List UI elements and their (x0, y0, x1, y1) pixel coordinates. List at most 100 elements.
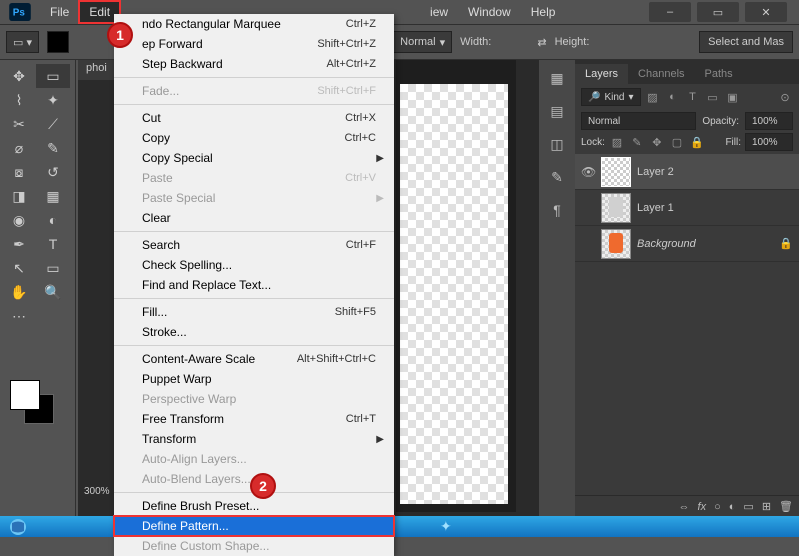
layers-panel-footer: ⇔ fx ○ ◐ ▭ ⊞ 🗑 (575, 495, 799, 517)
menu-view[interactable]: iew (420, 1, 458, 23)
edit-menu-dropdown: ndo Rectangular MarqueeCtrl+Zep ForwardS… (114, 14, 394, 556)
opacity-field[interactable]: 100% (745, 112, 793, 130)
filter-smart-icon[interactable]: ▣ (725, 89, 741, 105)
tool-dodge[interactable]: ◐ (36, 208, 70, 232)
filter-pixel-icon[interactable]: ▨ (645, 89, 661, 105)
tab-channels[interactable]: Channels (628, 64, 694, 84)
minimize-button[interactable]: – (649, 2, 691, 22)
layer-filter-kind[interactable]: 🔎 Kind ▾ (581, 88, 641, 106)
menu-item-step-backward[interactable]: Step BackwardAlt+Ctrl+Z (114, 54, 394, 74)
menu-file[interactable]: File (40, 1, 79, 23)
menu-item-stroke[interactable]: Stroke... (114, 322, 394, 342)
menu-item-check-spelling[interactable]: Check Spelling... (114, 255, 394, 275)
tool-brush[interactable]: ✎ (36, 136, 70, 160)
tool-preset-picker[interactable]: ▭ ▾ (6, 31, 39, 53)
tab-layers[interactable]: Layers (575, 64, 628, 84)
tool-shape[interactable]: ▭ (36, 256, 70, 280)
menu-item-ep-forward[interactable]: ep ForwardShift+Ctrl+Z (114, 34, 394, 54)
layer-row[interactable]: 👁Layer 2 (575, 154, 799, 190)
tool-clone[interactable]: ⧇ (2, 160, 36, 184)
link-layers-icon[interactable]: ⇔ (679, 501, 690, 513)
menu-item-free-transform[interactable]: Free TransformCtrl+T (114, 409, 394, 429)
style-dropdown[interactable]: Normal ▾ (393, 31, 452, 53)
maximize-button[interactable]: ▭ (697, 2, 739, 22)
group-icon[interactable]: ▭ (743, 500, 753, 513)
menu-item-copy[interactable]: CopyCtrl+C (114, 128, 394, 148)
filter-shape-icon[interactable]: ▭ (705, 89, 721, 105)
annotation-2: 2 (250, 473, 276, 499)
tool-zoom[interactable]: 🔍 (36, 280, 70, 304)
menu-item-fill[interactable]: Fill...Shift+F5 (114, 302, 394, 322)
layer-row[interactable]: Layer 1 (575, 190, 799, 226)
lock-artboard-icon[interactable]: ▢ (669, 134, 685, 150)
color-swatches[interactable] (10, 380, 56, 426)
swap-icon[interactable]: ⇄ (537, 36, 546, 49)
filter-type-icon[interactable]: T (685, 89, 701, 105)
tool-hand[interactable]: ✋ (2, 280, 36, 304)
lock-pixels-icon[interactable]: ✎ (629, 134, 645, 150)
document-tab[interactable]: phoi (78, 60, 116, 80)
collapsed-panel-icons: ▦ ▤ ◫ ✎ ¶ (539, 60, 575, 517)
tool-type[interactable]: T (36, 232, 70, 256)
layer-name: Layer 1 (637, 202, 674, 214)
tool-move[interactable]: ✥ (2, 64, 36, 88)
visibility-toggle-icon[interactable]: 👁 (581, 165, 595, 179)
tool-healing[interactable]: ⌀ (2, 136, 36, 160)
menu-item-content-aware-scale[interactable]: Content-Aware ScaleAlt+Shift+Ctrl+C (114, 349, 394, 369)
menu-item-define-pattern[interactable]: Define Pattern... (114, 516, 394, 536)
paragraph-panel-icon[interactable]: ¶ (553, 202, 561, 218)
menu-window[interactable]: Window (458, 1, 521, 23)
tool-blur[interactable]: ◉ (2, 208, 36, 232)
right-panels: ▦ ▤ ◫ ✎ ¶ Layers Channels Paths 🔎 Kind ▾… (539, 60, 799, 517)
filter-adjust-icon[interactable]: ◐ (665, 89, 681, 105)
tab-paths[interactable]: Paths (695, 64, 743, 84)
menu-item-find-and-replace-text[interactable]: Find and Replace Text... (114, 275, 394, 295)
swatches-panel-icon[interactable]: ◫ (550, 136, 563, 153)
brushes-panel-icon[interactable]: ✎ (551, 169, 563, 186)
actions-panel-icon[interactable]: ▤ (550, 103, 563, 120)
tool-gradient[interactable]: ▦ (36, 184, 70, 208)
tool-history[interactable]: ↺ (36, 160, 70, 184)
zoom-level[interactable]: 300% (84, 486, 110, 497)
lock-transparent-icon[interactable]: ▨ (609, 134, 625, 150)
foreground-swatch[interactable] (47, 31, 69, 53)
menu-item-ndo-rectangular-marquee[interactable]: ndo Rectangular MarqueeCtrl+Z (114, 14, 394, 34)
menu-item-paste-special: Paste Special▶ (114, 188, 394, 208)
fill-field[interactable]: 100% (745, 133, 793, 151)
menu-item-copy-special[interactable]: Copy Special▶ (114, 148, 394, 168)
start-button[interactable] (0, 516, 36, 537)
lock-position-icon[interactable]: ✥ (649, 134, 665, 150)
blend-mode-dropdown[interactable]: Normal (581, 112, 696, 130)
tool-magicwand[interactable]: ✦ (36, 88, 70, 112)
filter-toggle-icon[interactable]: ⊙ (777, 89, 793, 105)
tool-crop[interactable]: ✂ (2, 112, 36, 136)
menu-help[interactable]: Help (521, 1, 566, 23)
tool-eyedropper[interactable]: ⟋ (36, 112, 70, 136)
foreground-color[interactable] (10, 380, 40, 410)
tool-marquee[interactable]: ▭ (36, 64, 70, 88)
menu-item-transform[interactable]: Transform▶ (114, 429, 394, 449)
menu-item-define-custom-shape: Define Custom Shape... (114, 536, 394, 556)
new-layer-icon[interactable]: ⊞ (762, 500, 771, 513)
tool-pen[interactable]: ✒ (2, 232, 36, 256)
tool-path[interactable]: ↖ (2, 256, 36, 280)
mask-icon[interactable]: ○ (714, 501, 721, 513)
canvas[interactable] (400, 84, 508, 504)
trash-icon[interactable]: 🗑 (779, 500, 793, 513)
layer-row[interactable]: Background🔒 (575, 226, 799, 262)
menu-item-clear[interactable]: Clear (114, 208, 394, 228)
lock-all-icon[interactable]: 🔒 (689, 134, 705, 150)
opacity-label: Opacity: (702, 116, 739, 127)
menu-item-search[interactable]: SearchCtrl+F (114, 235, 394, 255)
menu-item-cut[interactable]: CutCtrl+X (114, 108, 394, 128)
tool-more[interactable]: ⋯ (2, 304, 36, 328)
tool-eraser[interactable]: ◨ (2, 184, 36, 208)
history-panel-icon[interactable]: ▦ (550, 70, 563, 87)
tool-lasso[interactable]: ⌇ (2, 88, 36, 112)
select-and-mask-button[interactable]: Select and Mas (699, 31, 793, 53)
fx-icon[interactable]: fx (698, 501, 707, 513)
adjustment-layer-icon[interactable]: ◐ (729, 501, 736, 513)
close-button[interactable]: ✕ (745, 2, 787, 22)
menu-item-define-brush-preset[interactable]: Define Brush Preset... (114, 496, 394, 516)
menu-item-puppet-warp[interactable]: Puppet Warp (114, 369, 394, 389)
